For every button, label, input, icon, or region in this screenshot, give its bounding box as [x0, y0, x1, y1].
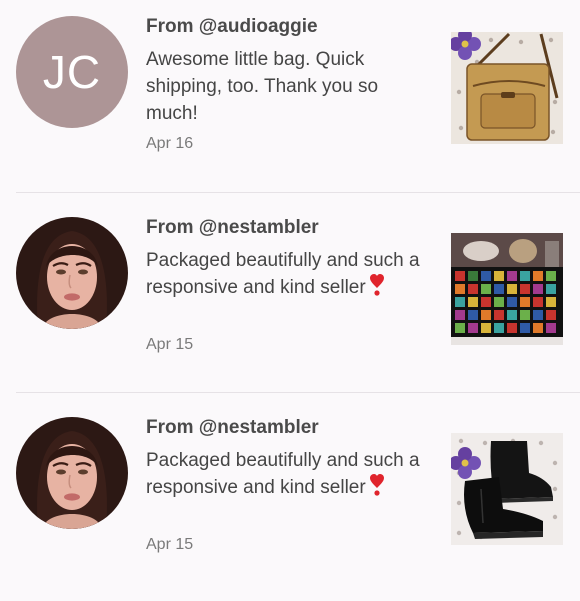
reviews-feed: JC From @audioaggie Awesome little bag. … [0, 0, 580, 580]
review-text: Awesome little bag. Quick shipping, too.… [146, 49, 379, 124]
avatar[interactable]: JC [16, 16, 128, 128]
review-date: Apr 16 [146, 135, 194, 152]
boots-photo-icon [451, 433, 563, 545]
review-author[interactable]: From @audioaggie [146, 16, 318, 38]
review-author[interactable]: From @nestambler [146, 217, 319, 239]
heart-exclamation-icon [369, 274, 385, 304]
heart-exclamation-icon [369, 474, 385, 504]
item-thumbnail[interactable] [451, 433, 563, 545]
review-item: From @nestambler Packaged beautifully an… [0, 401, 580, 601]
review-text: Packaged beautifully and such a responsi… [146, 447, 421, 504]
review-item: JC From @audioaggie Awesome little bag. … [0, 0, 580, 200]
review-text: Packaged beautifully and such a responsi… [146, 247, 421, 304]
avatar-photo [16, 217, 128, 329]
avatar[interactable] [16, 417, 128, 529]
avatar-initials: JC [42, 46, 102, 98]
item-thumbnail[interactable] [451, 233, 563, 345]
review-author[interactable]: From @nestambler [146, 417, 319, 439]
review-item: From @nestambler Packaged beautifully an… [0, 201, 580, 401]
review-date: Apr 15 [146, 536, 194, 553]
blanket-photo-icon [451, 233, 563, 345]
divider [16, 392, 580, 393]
item-thumbnail[interactable] [451, 32, 563, 144]
purse-photo-icon [451, 32, 563, 144]
avatar-photo [16, 417, 128, 529]
avatar[interactable] [16, 217, 128, 329]
divider [16, 192, 580, 193]
review-date: Apr 15 [146, 336, 194, 353]
